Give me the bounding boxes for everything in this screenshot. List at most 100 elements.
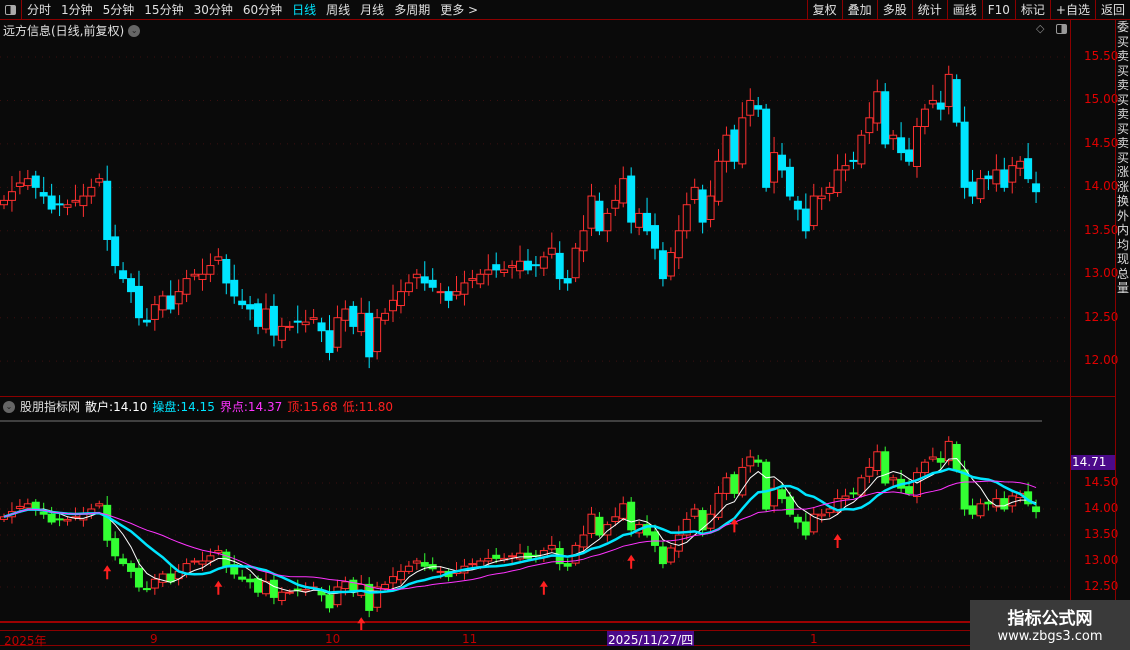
main-candle <box>230 279 239 297</box>
lower-candle <box>333 586 342 606</box>
lower-candle <box>214 550 223 554</box>
price-tick: 15.00 <box>1084 92 1119 107</box>
main-candle <box>15 182 24 187</box>
main-candle <box>476 273 485 285</box>
main-candle <box>238 300 247 306</box>
right-info-strip: 委买卖买卖买卖买卖买涨涨换外内均现总量 <box>1115 20 1130 650</box>
main-candle <box>277 325 286 341</box>
lower-candle <box>920 461 929 474</box>
main-candle <box>698 189 707 223</box>
lower-candle <box>373 586 382 608</box>
main-candle <box>333 317 342 348</box>
main-candle <box>357 312 366 333</box>
main-candle <box>79 195 88 207</box>
lower-candle <box>396 570 405 581</box>
main-candle <box>674 230 683 259</box>
main-candle <box>563 278 572 284</box>
main-candle <box>516 260 525 272</box>
lower-candle <box>905 486 914 494</box>
main-candle <box>103 180 112 240</box>
toolbar-button[interactable]: 返回 <box>1094 0 1130 20</box>
lower-candle <box>420 562 429 567</box>
lower-candle <box>690 508 699 517</box>
main-candle <box>762 108 771 188</box>
main-candle <box>190 273 199 277</box>
main-candle <box>309 317 318 320</box>
watermark-title: 指标公式网 <box>1007 609 1093 629</box>
main-candle <box>754 105 763 110</box>
lower-candle <box>968 505 977 515</box>
main-candle <box>95 178 104 183</box>
main-candle <box>150 304 159 320</box>
main-candle <box>730 129 739 162</box>
main-candle <box>881 91 890 145</box>
main-candle <box>833 169 842 194</box>
lower-candle <box>325 594 334 609</box>
price-tick: 14.00 <box>1084 179 1119 194</box>
main-candle <box>182 278 191 295</box>
main-candle <box>127 278 136 293</box>
lower-candle <box>365 583 374 611</box>
main-candle <box>968 181 977 197</box>
main-candle <box>976 178 985 200</box>
main-candle <box>1000 169 1009 188</box>
main-candle <box>873 91 882 124</box>
main-candle <box>714 160 723 202</box>
lower-candle <box>404 565 413 572</box>
lower-candle <box>134 567 143 588</box>
lower-candle <box>436 570 445 573</box>
lower-candle <box>666 547 675 563</box>
price-tick: 12.50 <box>1084 579 1119 593</box>
lower-candle <box>595 516 604 536</box>
main-candle <box>389 299 398 312</box>
lower-candle <box>952 444 961 471</box>
main-candle <box>174 291 183 305</box>
main-candle <box>722 134 731 162</box>
kline-chart[interactable] <box>0 0 1070 630</box>
main-candle <box>849 159 858 162</box>
lower-candle <box>293 588 302 591</box>
main-candle <box>508 265 517 268</box>
main-candle <box>396 291 405 307</box>
lower-candle <box>889 477 898 481</box>
main-candle <box>1024 158 1033 180</box>
lower-candle <box>873 451 882 472</box>
main-candle <box>31 175 40 188</box>
main-candle <box>341 308 350 321</box>
lower-candle <box>150 578 159 589</box>
main-candle <box>142 319 151 323</box>
main-candle <box>627 175 636 223</box>
lower-candle <box>63 518 72 522</box>
main-candle <box>778 154 787 171</box>
main-candle <box>1008 165 1017 183</box>
main-candle <box>452 291 461 296</box>
lower-candle <box>389 576 398 584</box>
lower-candle <box>825 508 834 514</box>
lower-candle <box>619 503 628 519</box>
main-candle <box>555 252 564 280</box>
main-candle <box>952 79 961 123</box>
main-candle <box>436 291 445 294</box>
lower-candle <box>182 563 191 574</box>
main-candle <box>539 256 548 269</box>
lower-candle <box>976 503 985 517</box>
time-label: 2025年 <box>4 634 47 648</box>
main-candle <box>936 102 945 110</box>
main-candle <box>785 166 794 197</box>
main-candle <box>349 305 358 327</box>
time-label: 11 <box>462 632 478 646</box>
main-candle <box>428 279 437 288</box>
main-candle <box>793 200 802 210</box>
lower-candle <box>627 501 636 531</box>
lower-candle <box>674 534 683 552</box>
buy-arrow-icon <box>833 534 842 548</box>
main-candle <box>166 295 175 310</box>
lower-candle <box>1000 498 1009 510</box>
price-tick: 14.00 <box>1084 501 1119 515</box>
price-tick: 12.00 <box>1084 353 1119 368</box>
main-candle <box>817 195 826 200</box>
main-candle <box>373 317 382 353</box>
main-candle <box>523 260 532 271</box>
lower-candle <box>778 489 787 500</box>
lower-candle <box>722 477 731 494</box>
